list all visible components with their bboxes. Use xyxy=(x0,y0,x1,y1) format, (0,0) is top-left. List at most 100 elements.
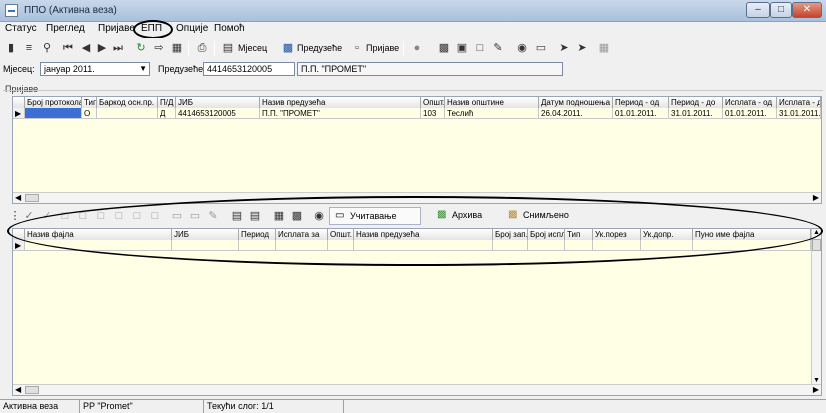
month-button[interactable]: Мјесец xyxy=(238,41,267,55)
menu-bar: Статус Преглед Пријаве ЕПП Опције Помоћ xyxy=(0,22,826,37)
last-record-icon[interactable]: ⏭ xyxy=(110,40,126,56)
company-label: Предузеће: xyxy=(158,64,206,74)
row-indicator-header xyxy=(13,97,25,108)
next-record-icon[interactable]: ▶ xyxy=(94,40,110,56)
highlight-oval xyxy=(7,196,823,266)
menu-status[interactable]: Статус xyxy=(5,23,37,34)
status-record: Текући слог: 1/1 xyxy=(204,400,344,413)
main-toolbar: ▮ ≡ ⚲ ⏮ ◀ ▶ ⏭ ↻ ⇨ ▦ ⎙ ▤ Мјесец ▩ Предузе… xyxy=(0,38,826,60)
row-pointer-icon: ▶ xyxy=(13,108,25,119)
cell-municipality-code[interactable]: 103 xyxy=(421,108,445,119)
window-title: ППО (Активна веза) xyxy=(24,5,117,16)
scroll-thumb[interactable] xyxy=(812,239,821,251)
scroll-thumb[interactable] xyxy=(25,194,39,202)
report2-icon[interactable]: ▣ xyxy=(454,40,470,56)
scroll-left-icon[interactable]: ◀ xyxy=(15,193,21,202)
chevron-down-icon[interactable]: ▼ xyxy=(139,63,147,75)
status-bar: Активна веза PP "Promet" Текући слог: 1/… xyxy=(0,399,826,413)
company-button[interactable]: Предузеће xyxy=(297,41,342,55)
col-payout-to[interactable]: Исплата - до xyxy=(777,97,821,108)
status-company: PP "Promet" xyxy=(80,400,204,413)
row-pointer-icon: ▶ xyxy=(13,240,25,251)
col-payout-from[interactable]: Исплата - од xyxy=(723,97,777,108)
disabled-icon: ▦ xyxy=(598,42,610,54)
cell-company-name[interactable]: П.П. "ПРОМЕТ" xyxy=(260,108,421,119)
returns-grid-header: Број протокола Тип Баркод осн.пр. П/Д ЈИ… xyxy=(13,97,821,108)
circle-icon[interactable]: ● xyxy=(409,40,425,56)
cell-pd[interactable]: Д xyxy=(158,108,176,119)
cell-payout-to[interactable]: 31.01.2011. xyxy=(777,108,821,119)
table-row[interactable]: ▶ О Д 4414653120005 П.П. "ПРОМЕТ" 103 Те… xyxy=(13,108,821,119)
toolbar-separator xyxy=(403,41,404,56)
scroll-thumb[interactable] xyxy=(25,386,39,394)
group-border xyxy=(3,90,823,91)
prev-record-icon[interactable]: ◀ xyxy=(78,40,94,56)
month-select[interactable]: јануар 2011. ▼ xyxy=(40,62,150,76)
toolbar-separator xyxy=(214,41,215,56)
cell-municipality-name[interactable]: Теслић xyxy=(445,108,539,119)
minimize-button[interactable]: – xyxy=(746,2,770,18)
exit-icon[interactable]: ▮ xyxy=(3,40,19,56)
col-pd[interactable]: П/Д xyxy=(158,97,176,108)
col-barcode[interactable]: Баркод осн.пр. xyxy=(97,97,158,108)
cell-jib[interactable]: 4414653120005 xyxy=(176,108,260,119)
refresh-icon[interactable]: ↻ xyxy=(133,40,149,56)
folder-icon[interactable]: ▭ xyxy=(533,40,549,56)
col-jib[interactable]: ЈИБ xyxy=(176,97,260,108)
export2-icon[interactable]: ➤ xyxy=(574,40,590,56)
scroll-right-icon[interactable]: ▶ xyxy=(813,193,819,202)
cell-barcode[interactable] xyxy=(97,108,158,119)
scroll-down-icon[interactable]: ▼ xyxy=(813,377,820,384)
title-bar: ППО (Активна веза) – □ ✕ xyxy=(0,0,826,22)
import-icon[interactable]: ➤ xyxy=(556,40,572,56)
menu-returns[interactable]: Пријаве xyxy=(98,23,135,34)
toolbar-separator xyxy=(188,41,189,56)
menu-view[interactable]: Преглед xyxy=(46,23,85,34)
maximize-button[interactable]: □ xyxy=(770,2,792,18)
report-icon[interactable]: ▩ xyxy=(436,40,452,56)
close-button[interactable]: ✕ xyxy=(792,2,822,18)
horizontal-scrollbar[interactable]: ◀ ▶ xyxy=(13,384,821,395)
month-label: Мјесец: xyxy=(3,64,35,74)
cell-payout-from[interactable]: 01.01.2011. xyxy=(723,108,777,119)
col-municipality-code[interactable]: Општ. xyxy=(421,97,445,108)
menu-help[interactable]: Помоћ xyxy=(214,23,245,34)
month-value: јануар 2011. xyxy=(44,64,95,74)
scroll-left-icon[interactable]: ◀ xyxy=(15,385,21,394)
col-company-name[interactable]: Назив предузећа xyxy=(260,97,421,108)
document-icon[interactable]: ▫ xyxy=(349,40,365,56)
col-type[interactable]: Тип xyxy=(82,97,97,108)
company-name-field: П.П. "ПРОМЕТ" xyxy=(297,62,563,76)
menu-options[interactable]: Опције xyxy=(176,23,208,34)
company-id-field[interactable]: 4414653120005 xyxy=(203,62,295,76)
returns-group-label: Пријаве xyxy=(5,84,39,94)
col-period-to[interactable]: Период - до xyxy=(669,97,723,108)
calendar-icon[interactable]: ▤ xyxy=(220,40,236,56)
company-icon[interactable]: ▩ xyxy=(280,40,296,56)
col-protocol[interactable]: Број протокола xyxy=(25,97,82,108)
col-submission-date[interactable]: Датум подношења xyxy=(539,97,613,108)
cell-period-from[interactable]: 01.01.2011. xyxy=(613,108,669,119)
print-icon[interactable]: ⎙ xyxy=(194,40,210,56)
returns-grid: Број протокола Тип Баркод осн.пр. П/Д ЈИ… xyxy=(12,96,822,204)
filter-icon[interactable]: ≡ xyxy=(21,40,37,56)
cell-submission-date[interactable]: 26.04.2011. xyxy=(539,108,613,119)
vertical-scrollbar[interactable]: ▲ ▼ xyxy=(811,229,821,384)
cell-type[interactable]: О xyxy=(82,108,97,119)
first-record-icon[interactable]: ⏮ xyxy=(60,40,76,56)
copy-icon[interactable]: □ xyxy=(472,40,488,56)
app-icon xyxy=(5,4,18,17)
returns-button[interactable]: Пријаве xyxy=(366,41,399,55)
grid-icon[interactable]: ▦ xyxy=(169,40,185,56)
status-connection: Активна веза xyxy=(0,400,80,413)
col-period-from[interactable]: Период - од xyxy=(613,97,669,108)
col-municipality-name[interactable]: Назив општине xyxy=(445,97,539,108)
scroll-right-icon[interactable]: ▶ xyxy=(813,385,819,394)
export-icon[interactable]: ⇨ xyxy=(151,40,167,56)
tool-icon[interactable]: ✎ xyxy=(490,40,506,56)
cell-protocol[interactable] xyxy=(25,108,82,119)
binoculars-icon[interactable]: ◉ xyxy=(514,40,530,56)
search-icon[interactable]: ⚲ xyxy=(39,40,55,56)
cell-period-to[interactable]: 31.01.2011. xyxy=(669,108,723,119)
epp-highlight-circle xyxy=(133,20,173,39)
